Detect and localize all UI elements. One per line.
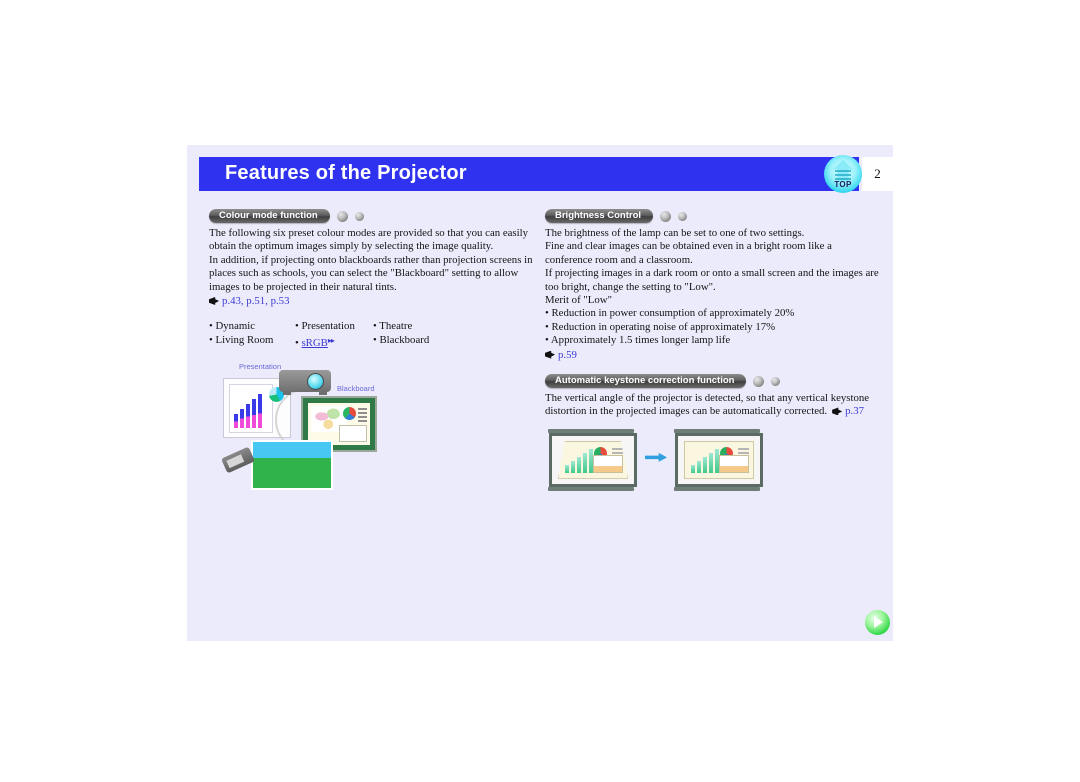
screen-inner [229, 383, 273, 433]
paragraph-line: obtain the optimum images simply by sele… [209, 240, 494, 253]
caption-presentation: Presentation [239, 361, 282, 371]
paragraph-line: distortion in the projected images can b… [545, 405, 828, 418]
page-number-box: 2 [862, 157, 893, 191]
keystone-before-frame [548, 428, 637, 491]
colour-mode-reference[interactable]: p.43, p.51, p.53 [209, 295, 549, 308]
mode-blackboard: • Blackboard [373, 333, 430, 346]
paragraph-line: conference room and a classroom. [545, 253, 693, 266]
brightness-reference[interactable]: p.59 [545, 349, 875, 362]
reference-link-text: p.59 [558, 348, 577, 361]
frame-bottom-rail [548, 486, 634, 491]
line-graph-graphic [719, 454, 749, 473]
text-lines-graphic [358, 407, 367, 424]
paragraph-line: places such as schools, you can select t… [209, 267, 519, 280]
paragraph-line: Fine and clear images can be obtained ev… [545, 240, 832, 253]
paragraph-line: The brightness of the lamp can be set to… [545, 227, 805, 239]
paragraph-line: If projecting images in a dark room or o… [545, 267, 879, 280]
line-graph-graphic [339, 424, 367, 442]
decorative-sphere-large-icon [336, 210, 348, 222]
blackboard-projection [308, 402, 370, 445]
corrected-projection [684, 440, 754, 479]
paragraph-line: The vertical angle of the projector is d… [545, 392, 870, 405]
right-column: Brightness Control The brightness of the… [545, 207, 879, 491]
reference-link-text: p.37 [845, 405, 865, 418]
page-number: 2 [874, 166, 881, 181]
paragraph-line: • Approximately 1.5 times longer lamp li… [545, 334, 731, 347]
colour-mode-heading: Colour mode function [209, 207, 549, 224]
bar-chart-graphic [234, 392, 268, 428]
decorative-sphere-small-icon [354, 211, 364, 221]
top-button-label: TOP [834, 180, 852, 189]
brightness-control-paragraph: The brightness of the lamp can be set to… [545, 227, 879, 362]
pie-chart-graphic [343, 406, 356, 420]
page-header: Features of the Projector TOP 2 [199, 155, 893, 193]
paragraph-line: • Reduction in operating noise of approx… [545, 320, 776, 333]
mode-srgb[interactable]: • sRGB▸▸ [295, 334, 373, 350]
mode-presentation: • Presentation [295, 320, 355, 333]
pointer-arrow-icon [832, 407, 843, 416]
mode-living-room: • Living Room [209, 333, 274, 346]
reference-link-text: p.43, p.51, p.53 [222, 295, 290, 308]
paragraph-line: • Reduction in power consumption of appr… [545, 307, 795, 320]
distorted-projection [558, 440, 628, 479]
paragraph-line: Merit of "Low" [545, 294, 612, 307]
keystone-heading: Automatic keystone correction function [545, 372, 875, 389]
colour-mode-list: • Dynamic • Presentation • Theatre • Liv… [209, 320, 549, 349]
frame-top-rail [548, 428, 634, 433]
keystone-line-with-reference[interactable]: distortion in the projected images can b… [545, 405, 875, 418]
top-icon-rows [835, 170, 851, 180]
transform-arrow-icon [645, 452, 667, 462]
play-arrow-icon [874, 616, 883, 628]
keystone-after-frame [674, 428, 763, 491]
paragraph-line: In addition, if projecting onto blackboa… [209, 253, 533, 266]
decorative-sphere-small-icon [678, 211, 688, 221]
projector-lens-icon [307, 372, 324, 390]
top-button[interactable]: TOP [824, 155, 862, 193]
frame-bottom-rail [674, 486, 760, 491]
brightness-control-pill: Brightness Control [545, 209, 654, 224]
decorative-sphere-large-icon [660, 210, 672, 222]
remote-control-graphic [221, 446, 255, 474]
paragraph-line: images to be projected in their natural … [209, 280, 397, 293]
colour-mode-pill: Colour mode function [209, 209, 330, 224]
mode-row: • Dynamic • Presentation • Theatre [209, 320, 549, 333]
page-title: Features of the Projector [225, 162, 467, 184]
manual-page: Features of the Projector TOP 2 Colour m… [187, 145, 893, 641]
caption-blackboard: Blackboard [337, 383, 375, 393]
left-column: Colour mode function The following six p… [209, 207, 549, 490]
srgb-link[interactable]: sRGB [301, 337, 327, 349]
keystone-pill: Automatic keystone correction function [545, 374, 747, 389]
mode-theatre: • Theatre [373, 320, 413, 333]
colour-mode-paragraph: The following six preset colour modes ar… [209, 227, 549, 308]
keystone-paragraph: The vertical angle of the projector is d… [545, 392, 875, 419]
colour-mode-illustration: Presentation Blackboard Living Room [217, 360, 397, 490]
projector-foot [283, 390, 291, 395]
glossary-marker-icon: ▸▸ [327, 335, 335, 345]
decorative-sphere-large-icon [753, 375, 765, 387]
paragraph-line: The following six preset colour modes ar… [209, 227, 529, 239]
frame-top-rail [674, 428, 760, 433]
keystone-illustration [545, 427, 845, 491]
mode-dynamic: • Dynamic [209, 320, 256, 333]
pointer-arrow-icon [209, 297, 219, 306]
mode-row: • Living Room • sRGB▸▸ • Blackboard [209, 334, 549, 350]
living-room-graphic [251, 439, 333, 490]
sky-band [253, 441, 331, 458]
pointer-arrow-icon [545, 350, 555, 359]
brightness-control-heading: Brightness Control [545, 207, 875, 224]
next-page-button[interactable] [865, 610, 890, 635]
line-graph-graphic [593, 454, 623, 473]
projector-graphic [279, 369, 331, 395]
decorative-sphere-small-icon [771, 376, 781, 386]
projector-foot [319, 390, 327, 395]
paragraph-line: too bright, change the setting to "Low". [545, 280, 716, 293]
